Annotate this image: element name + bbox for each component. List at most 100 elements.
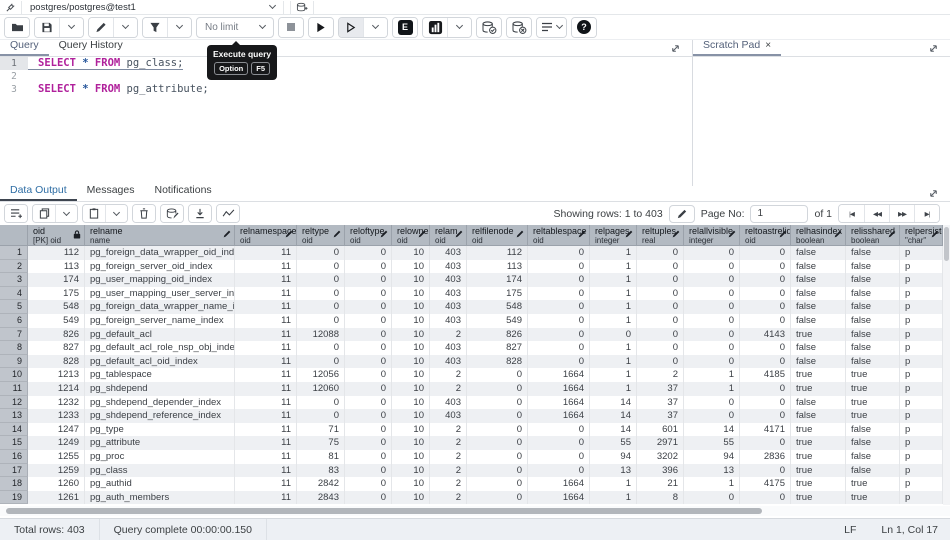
cell-reltablespace[interactable]: 0	[528, 314, 590, 328]
cell-relallvisible[interactable]: 0	[684, 409, 740, 423]
cell-reltype[interactable]: 71	[297, 423, 345, 437]
row-number[interactable]: 13	[0, 409, 28, 423]
cell-relnamespace[interactable]: 11	[235, 491, 297, 505]
cell-relpersister[interactable]: p	[900, 396, 943, 410]
cell-reltoastrelid[interactable]: 4175	[740, 477, 791, 491]
cell-relam[interactable]: 403	[430, 355, 467, 369]
cell-reloftype[interactable]: 0	[345, 382, 392, 396]
cell-oid[interactable]: 175	[28, 287, 85, 301]
cell-relhasindex[interactable]: true	[791, 477, 846, 491]
cell-relam[interactable]: 2	[430, 491, 467, 505]
last-page-button[interactable]: ▶|	[914, 205, 939, 222]
cell-relname[interactable]: pg_attribute	[85, 436, 235, 450]
cell-relallvisible[interactable]: 0	[684, 491, 740, 505]
cell-relhasindex[interactable]: true	[791, 382, 846, 396]
cell-reltablespace[interactable]: 0	[528, 246, 590, 260]
cell-relisshared[interactable]: false	[846, 260, 900, 274]
cell-relpersister[interactable]: p	[900, 368, 943, 382]
cell-reltoastrelid[interactable]: 4185	[740, 368, 791, 382]
cell-relisshared[interactable]: false	[846, 300, 900, 314]
cell-relisshared[interactable]: true	[846, 382, 900, 396]
column-header-relname[interactable]: relnamename	[85, 225, 235, 246]
edit-range-button[interactable]	[669, 205, 695, 223]
commit-button[interactable]	[477, 18, 501, 37]
cell-relname[interactable]: pg_shdepend_depender_index	[85, 396, 235, 410]
close-icon[interactable]: ×	[765, 40, 771, 51]
cell-relowner[interactable]: 10	[392, 355, 430, 369]
cell-relnamespace[interactable]: 11	[235, 368, 297, 382]
cell-reltype[interactable]: 2842	[297, 477, 345, 491]
cell-relowner[interactable]: 10	[392, 314, 430, 328]
cell-oid[interactable]: 1232	[28, 396, 85, 410]
cell-relnamespace[interactable]: 11	[235, 260, 297, 274]
cell-relam[interactable]: 2	[430, 450, 467, 464]
cell-reltuples[interactable]: 0	[637, 246, 684, 260]
cell-oid[interactable]: 826	[28, 328, 85, 342]
cell-relallvisible[interactable]: 0	[684, 328, 740, 342]
cell-relisshared[interactable]: false	[846, 355, 900, 369]
row-number[interactable]: 5	[0, 300, 28, 314]
cell-reltuples[interactable]: 0	[637, 300, 684, 314]
cell-reloftype[interactable]: 0	[345, 328, 392, 342]
cell-relowner[interactable]: 10	[392, 396, 430, 410]
cell-reltuples[interactable]: 2	[637, 368, 684, 382]
cell-relpersister[interactable]: p	[900, 423, 943, 437]
edit-options-chevron[interactable]	[113, 18, 137, 37]
cell-relpages[interactable]: 14	[590, 423, 637, 437]
cell-relallvisible[interactable]: 0	[684, 273, 740, 287]
cell-relpages[interactable]: 1	[590, 477, 637, 491]
cell-relhasindex[interactable]: true	[791, 450, 846, 464]
paste-button[interactable]	[83, 205, 105, 222]
cell-relnamespace[interactable]: 11	[235, 450, 297, 464]
cell-relpersister[interactable]: p	[900, 382, 943, 396]
cell-reltablespace[interactable]: 0	[528, 300, 590, 314]
cell-reloftype[interactable]: 0	[345, 477, 392, 491]
cell-relisshared[interactable]: false	[846, 423, 900, 437]
cell-relhasindex[interactable]: false	[791, 341, 846, 355]
cell-relnamespace[interactable]: 11	[235, 477, 297, 491]
cell-reltuples[interactable]: 0	[637, 314, 684, 328]
cell-relallvisible[interactable]: 0	[684, 260, 740, 274]
cell-reltoastrelid[interactable]: 0	[740, 436, 791, 450]
cell-relam[interactable]: 403	[430, 273, 467, 287]
column-header-relfilenode[interactable]: relfilenodeoid	[467, 225, 528, 246]
cell-relisshared[interactable]: false	[846, 328, 900, 342]
row-number[interactable]: 6	[0, 314, 28, 328]
cell-relam[interactable]: 403	[430, 246, 467, 260]
cell-relfilenode[interactable]: 0	[467, 491, 528, 505]
cell-reltablespace[interactable]: 0	[528, 423, 590, 437]
cell-oid[interactable]: 1261	[28, 491, 85, 505]
cell-relpages[interactable]: 1	[590, 273, 637, 287]
row-number[interactable]: 17	[0, 464, 28, 478]
cell-relisshared[interactable]: false	[846, 314, 900, 328]
rollback-button[interactable]	[507, 18, 531, 37]
cell-relname[interactable]: pg_user_mapping_user_server_index	[85, 287, 235, 301]
cell-reloftype[interactable]: 0	[345, 464, 392, 478]
cell-relam[interactable]: 2	[430, 368, 467, 382]
cell-oid[interactable]: 828	[28, 355, 85, 369]
cell-relfilenode[interactable]: 0	[467, 396, 528, 410]
save-data-changes-button[interactable]	[161, 205, 183, 222]
cell-oid[interactable]: 113	[28, 260, 85, 274]
cell-oid[interactable]: 1259	[28, 464, 85, 478]
cell-relfilenode[interactable]: 548	[467, 300, 528, 314]
row-number[interactable]: 8	[0, 341, 28, 355]
cell-relowner[interactable]: 10	[392, 382, 430, 396]
cell-reltype[interactable]: 12056	[297, 368, 345, 382]
graph-visualizer-button[interactable]	[217, 205, 239, 222]
cell-relpersister[interactable]: p	[900, 260, 943, 274]
cell-relallvisible[interactable]: 1	[684, 477, 740, 491]
row-limit-select[interactable]: No limit	[196, 17, 274, 38]
explain-button[interactable]: E	[393, 18, 417, 37]
cell-oid[interactable]: 1213	[28, 368, 85, 382]
cell-reloftype[interactable]: 0	[345, 436, 392, 450]
cell-oid[interactable]: 174	[28, 273, 85, 287]
cell-relpages[interactable]: 1	[590, 341, 637, 355]
cell-relisshared[interactable]: true	[846, 368, 900, 382]
cell-relowner[interactable]: 10	[392, 423, 430, 437]
cell-relfilenode[interactable]: 0	[467, 382, 528, 396]
cell-reltoastrelid[interactable]: 0	[740, 355, 791, 369]
cell-relnamespace[interactable]: 11	[235, 423, 297, 437]
cell-relpersister[interactable]: p	[900, 273, 943, 287]
cell-reltoastrelid[interactable]: 0	[740, 491, 791, 505]
